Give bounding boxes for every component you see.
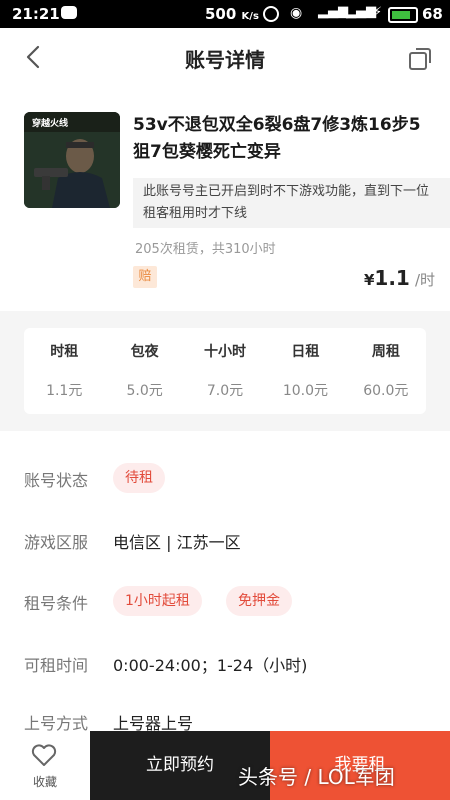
rate-label: 十小时 <box>204 344 247 360</box>
rate-value: 5.0元 <box>126 383 163 399</box>
rate-column-hourly: 时租 1.1元 <box>24 328 104 414</box>
rate-section: 时租 1.1元 包夜 5.0元 十小时 7.0元 日租 10.0元 周租 60.… <box>0 311 450 431</box>
condition-min-hours: 1小时起租 <box>113 586 202 616</box>
signal-icon-2: ▂▄▆ <box>346 4 376 19</box>
conditions-label: 租号条件 <box>24 594 89 613</box>
favorite-button[interactable]: 收藏 <box>0 731 90 800</box>
game-thumbnail: 穿越火线 <box>24 112 120 208</box>
compensation-badge: 赔 <box>133 266 157 288</box>
rate-column-ten-hours: 十小时 7.0元 <box>185 328 265 414</box>
price-currency: ¥ <box>363 271 375 289</box>
condition-no-deposit: 免押金 <box>226 586 292 616</box>
share-icon[interactable] <box>407 46 433 72</box>
favorite-label: 收藏 <box>32 775 57 789</box>
message-icon <box>61 6 77 19</box>
battery-percentage: 68 <box>422 5 443 23</box>
rate-label: 包夜 <box>130 344 159 360</box>
price-amount: 1.1 <box>374 266 410 290</box>
battery-icon <box>388 7 418 23</box>
hourly-price: ¥1.1 /时 <box>360 266 435 290</box>
status-label: 账号状态 <box>24 471 89 490</box>
rent-time-label: 可租时间 <box>24 656 89 675</box>
status-badge: 待租 <box>113 463 165 493</box>
status-time: 21:21 <box>12 5 60 23</box>
conditions-row: 租号条件 1小时起租 免押金 <box>24 586 434 618</box>
wifi-icon: ◉ <box>290 5 303 21</box>
rate-column-daily: 日租 10.0元 <box>265 328 345 414</box>
rent-time-value: 0:00-24:00；1-24（小时) <box>113 656 308 675</box>
rate-table: 时租 1.1元 包夜 5.0元 十小时 7.0元 日租 10.0元 周租 60.… <box>24 328 426 414</box>
network-speed-unit: K/s <box>241 11 259 22</box>
signal-icon: ▂▄▆ <box>318 4 348 19</box>
game-logo-text: 穿越火线 <box>32 117 68 129</box>
charging-icon: ⚡ <box>373 5 383 20</box>
rent-time-row: 可租时间 0:00-24:00；1-24（小时) <box>24 648 434 680</box>
server-value: 电信区 | 江苏一区 <box>113 533 241 552</box>
rate-label: 周租 <box>371 344 400 360</box>
account-title: 53v不退包双全6裂6盘7修3炼16步5狙7包葵樱死亡变异 <box>133 115 421 162</box>
page-title: 账号详情 <box>185 48 265 72</box>
rate-value: 60.0元 <box>363 383 409 399</box>
watermark: 头条号 / LOL军团 <box>238 765 395 789</box>
status-row: 账号状态 待租 <box>24 463 434 495</box>
status-bar: 21:21 500 K/s ◉ ▂▄▆ ▂▄▆ ⚡ 68 <box>0 0 450 28</box>
rental-stats: 205次租赁，共310小时 <box>135 242 276 257</box>
rate-column-overnight: 包夜 5.0元 <box>104 328 184 414</box>
soldier-image: 穿越火线 <box>24 112 120 208</box>
network-speed: 500 K/s <box>205 5 259 23</box>
alarm-icon <box>263 6 279 22</box>
rate-value: 1.1元 <box>46 383 83 399</box>
rate-value: 7.0元 <box>206 383 244 399</box>
price-unit: /时 <box>414 271 435 289</box>
online-notice: 此账号号主已开启到时不下游戏功能，直到下一位租客租用时才下线 <box>133 178 450 228</box>
rate-label: 日租 <box>291 344 320 360</box>
rate-label: 时租 <box>50 344 79 360</box>
server-row: 游戏区服 电信区 | 江苏一区 <box>24 525 434 557</box>
rate-value: 10.0元 <box>282 383 328 399</box>
heart-icon <box>31 744 57 766</box>
server-label: 游戏区服 <box>24 533 89 552</box>
network-speed-value: 500 <box>205 5 237 23</box>
header: 账号详情 <box>0 28 450 86</box>
rate-column-weekly: 周租 60.0元 <box>346 328 426 414</box>
